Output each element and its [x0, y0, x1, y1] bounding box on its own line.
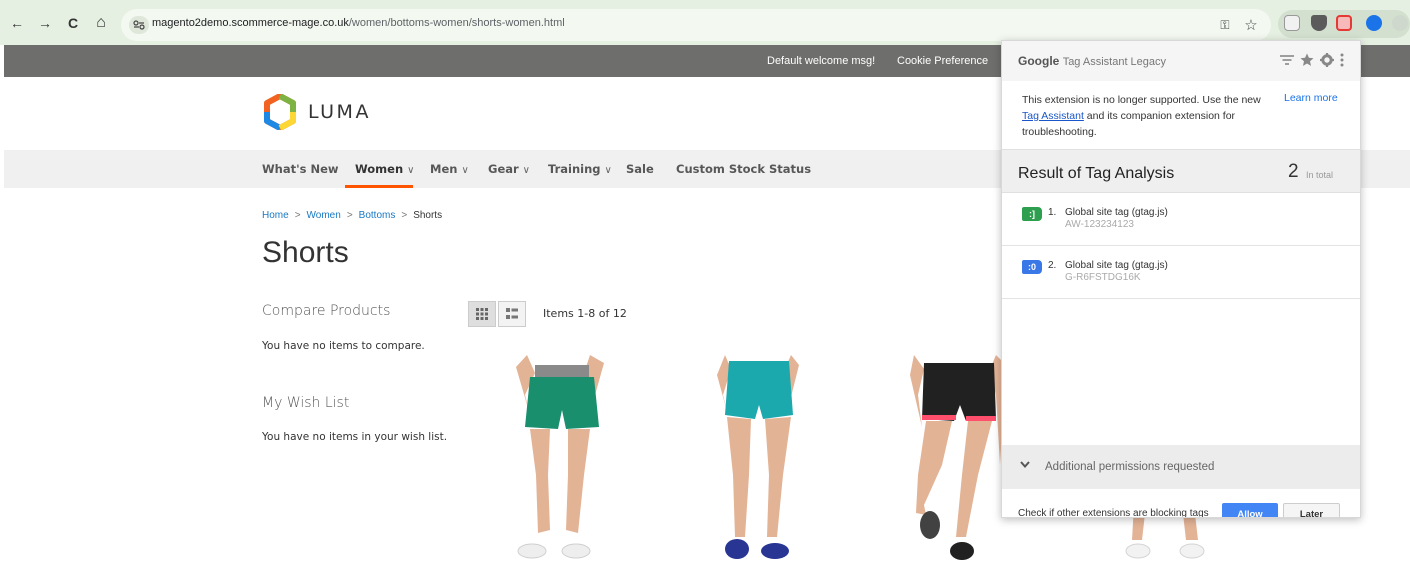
- tag-row[interactable]: :0 2. Global site tag (gtag.js) G-R6FSTD…: [1002, 246, 1360, 299]
- breadcrumb-separator: >: [346, 210, 353, 221]
- page-title: Shorts: [262, 236, 349, 269]
- url-text[interactable]: magento2demo.scommerce-mage.co.uk/women/…: [152, 17, 565, 29]
- product-image[interactable]: [673, 355, 848, 565]
- google-wordmark: Google: [1018, 54, 1060, 68]
- extension-icon-5[interactable]: [1392, 15, 1408, 31]
- breadcrumb-current: Shorts: [413, 210, 443, 221]
- blocking-check-text: Check if other extensions are blocking t…: [1018, 508, 1209, 518]
- tag-name: Global site tag (gtag.js): [1065, 207, 1168, 218]
- tag-assistant-popup: Google Tag Assistant Legacy This extensi…: [1001, 40, 1361, 518]
- more-menu-icon[interactable]: [1340, 53, 1344, 70]
- url-host: magento2demo.scommerce-mage.co.uk: [152, 17, 349, 29]
- tag-assistant-link[interactable]: Tag Assistant: [1022, 110, 1084, 122]
- shield-extension-icon[interactable]: [1311, 15, 1327, 31]
- breadcrumb-women[interactable]: Women: [307, 210, 341, 221]
- result-count-label: In total: [1306, 170, 1334, 180]
- chevron-down-icon: ∨: [522, 165, 530, 176]
- nav-women[interactable]: Women ∨: [355, 162, 414, 176]
- tag-name: Global site tag (gtag.js): [1065, 260, 1168, 271]
- popup-brand: Google Tag Assistant Legacy: [1018, 54, 1166, 68]
- tag-number: 2.: [1048, 260, 1057, 271]
- breadcrumb-separator: >: [294, 210, 301, 221]
- chevron-down-icon: [1020, 460, 1030, 471]
- password-key-icon[interactable]: ⚿: [1217, 17, 1233, 33]
- nav-gear[interactable]: Gear ∨: [488, 162, 530, 176]
- tag-id: G-R6FSTDG16K: [1065, 272, 1141, 283]
- nav-whats-new[interactable]: What's New: [262, 162, 339, 176]
- tag-assistant-extension-icon[interactable]: [1336, 15, 1352, 31]
- nav-custom-stock-status[interactable]: Custom Stock Status: [676, 162, 811, 176]
- additional-permissions-label: Additional permissions requested: [1045, 461, 1215, 473]
- tag-number: 1.: [1048, 207, 1057, 218]
- screen: ← → C ⌂ magento2demo.scommerce-mage.co.u…: [0, 0, 1410, 565]
- compare-products-heading: Compare Products: [262, 303, 391, 319]
- list-view-icon[interactable]: [498, 301, 526, 327]
- back-icon[interactable]: ←: [6, 12, 28, 34]
- tag-status-icon: :]: [1022, 207, 1042, 221]
- nav-sale[interactable]: Sale: [626, 162, 654, 176]
- site-settings-icon[interactable]: [129, 16, 149, 34]
- message-text-start: This extension is no longer supported. U…: [1022, 94, 1261, 106]
- nav-men-label: Men: [430, 162, 458, 176]
- product-image[interactable]: [472, 355, 647, 565]
- gear-icon[interactable]: [1320, 53, 1334, 70]
- result-count: 2: [1288, 161, 1299, 182]
- home-icon[interactable]: ⌂: [90, 12, 112, 34]
- welcome-message: Default welcome msg!: [767, 55, 876, 67]
- chevron-down-icon: ∨: [604, 165, 612, 176]
- extension-icon-1[interactable]: [1284, 15, 1300, 31]
- toolbar-amount: Items 1-8 of 12: [543, 307, 627, 320]
- deprecation-message: This extension is no longer supported. U…: [1022, 92, 1272, 140]
- chevron-down-icon: ∨: [407, 165, 415, 176]
- additional-permissions-toggle[interactable]: Additional permissions requested: [1002, 445, 1360, 489]
- nav-training[interactable]: Training ∨: [548, 162, 612, 176]
- wishlist-empty-text: You have no items in your wish list.: [262, 431, 448, 443]
- tag-row[interactable]: :] 1. Global site tag (gtag.js) AW-12323…: [1002, 193, 1360, 246]
- popup-header: Google Tag Assistant Legacy: [1002, 41, 1360, 81]
- star-icon[interactable]: [1300, 53, 1314, 70]
- browser-toolbar: ← → C ⌂ magento2demo.scommerce-mage.co.u…: [0, 0, 1410, 45]
- breadcrumb-bottoms[interactable]: Bottoms: [359, 210, 396, 221]
- bookmark-star-icon[interactable]: ☆: [1243, 17, 1259, 34]
- product-name: Tag Assistant Legacy: [1062, 56, 1167, 68]
- breadcrumb-separator: >: [401, 210, 408, 221]
- logo-text: LUMA: [308, 101, 371, 123]
- reload-icon[interactable]: C: [62, 12, 84, 34]
- learn-more-link[interactable]: Learn more: [1284, 92, 1338, 104]
- extension-icon-4[interactable]: [1366, 15, 1382, 31]
- breadcrumb: Home > Women > Bottoms > Shorts: [262, 210, 442, 221]
- breadcrumb-home[interactable]: Home: [262, 210, 289, 221]
- wishlist-heading: My Wish List: [262, 395, 350, 411]
- luma-logo[interactable]: LUMA: [262, 93, 371, 131]
- popup-toolbar: [1280, 53, 1344, 70]
- later-button[interactable]: Later: [1283, 503, 1340, 517]
- nav-women-label: Women: [355, 162, 404, 176]
- nav-training-label: Training: [548, 162, 601, 176]
- compare-empty-text: You have no items to compare.: [262, 340, 425, 352]
- url-path: /women/bottoms-women/shorts-women.html: [348, 17, 565, 29]
- result-title: Result of Tag Analysis: [1018, 165, 1175, 182]
- luma-logo-icon: [262, 93, 298, 131]
- allow-button[interactable]: Allow: [1222, 503, 1278, 517]
- grid-view-icon[interactable]: [468, 301, 496, 327]
- nav-gear-label: Gear: [488, 162, 519, 176]
- tag-status-icon: :0: [1022, 260, 1042, 274]
- nav-active-indicator: [345, 185, 413, 188]
- address-bar[interactable]: magento2demo.scommerce-mage.co.uk/women/…: [121, 9, 1271, 41]
- chevron-down-icon: ∨: [461, 165, 469, 176]
- cookie-preference-link[interactable]: Cookie Preference: [897, 55, 988, 67]
- result-summary: Result of Tag Analysis 2 In total: [1002, 149, 1360, 193]
- tag-id: AW-123234123: [1065, 219, 1134, 230]
- nav-men[interactable]: Men ∨: [430, 162, 469, 176]
- filter-icon[interactable]: [1280, 53, 1294, 70]
- forward-icon[interactable]: →: [34, 12, 56, 34]
